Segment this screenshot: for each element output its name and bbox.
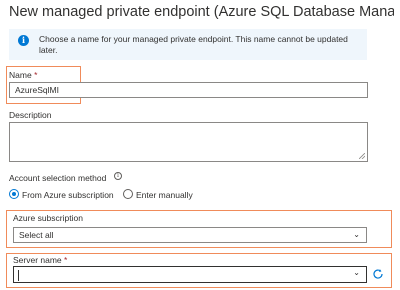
chevron-down-icon: ⌄ — [353, 230, 360, 239]
radio-enter-manually[interactable] — [123, 189, 133, 199]
info-icon: i — [18, 35, 29, 46]
subscription-label: Azure subscription — [13, 213, 83, 223]
radio-from-subscription[interactable] — [9, 189, 19, 199]
name-input[interactable]: AzureSqlMI — [9, 82, 368, 98]
info-tooltip-icon[interactable]: i — [114, 172, 122, 180]
chevron-down-icon: ⌄ — [353, 268, 360, 277]
name-value: AzureSqlMI — [15, 85, 59, 95]
subscription-select[interactable]: Select all ⌄ — [13, 227, 367, 243]
info-text: Choose a name for your managed private e… — [39, 34, 348, 55]
resize-handle-icon[interactable] — [359, 153, 365, 159]
server-select[interactable]: ⌄ — [13, 266, 367, 283]
subscription-value: Select all — [19, 230, 54, 240]
radio-from-subscription-label[interactable]: From Azure subscription — [22, 190, 114, 200]
description-textarea[interactable] — [9, 122, 368, 162]
description-label: Description — [9, 110, 52, 120]
info-bar: i Choose a name for your managed private… — [9, 29, 367, 60]
name-label: Name * — [9, 70, 38, 80]
text-caret — [18, 270, 19, 281]
radio-enter-manually-label[interactable]: Enter manually — [136, 190, 193, 200]
account-selection-label: Account selection method — [9, 173, 107, 183]
page-title: New managed private endpoint (Azure SQL … — [9, 4, 394, 20]
refresh-icon[interactable] — [372, 268, 384, 280]
required-mark: * — [34, 70, 38, 80]
required-mark: * — [64, 255, 68, 265]
server-label: Server name * — [13, 255, 68, 265]
